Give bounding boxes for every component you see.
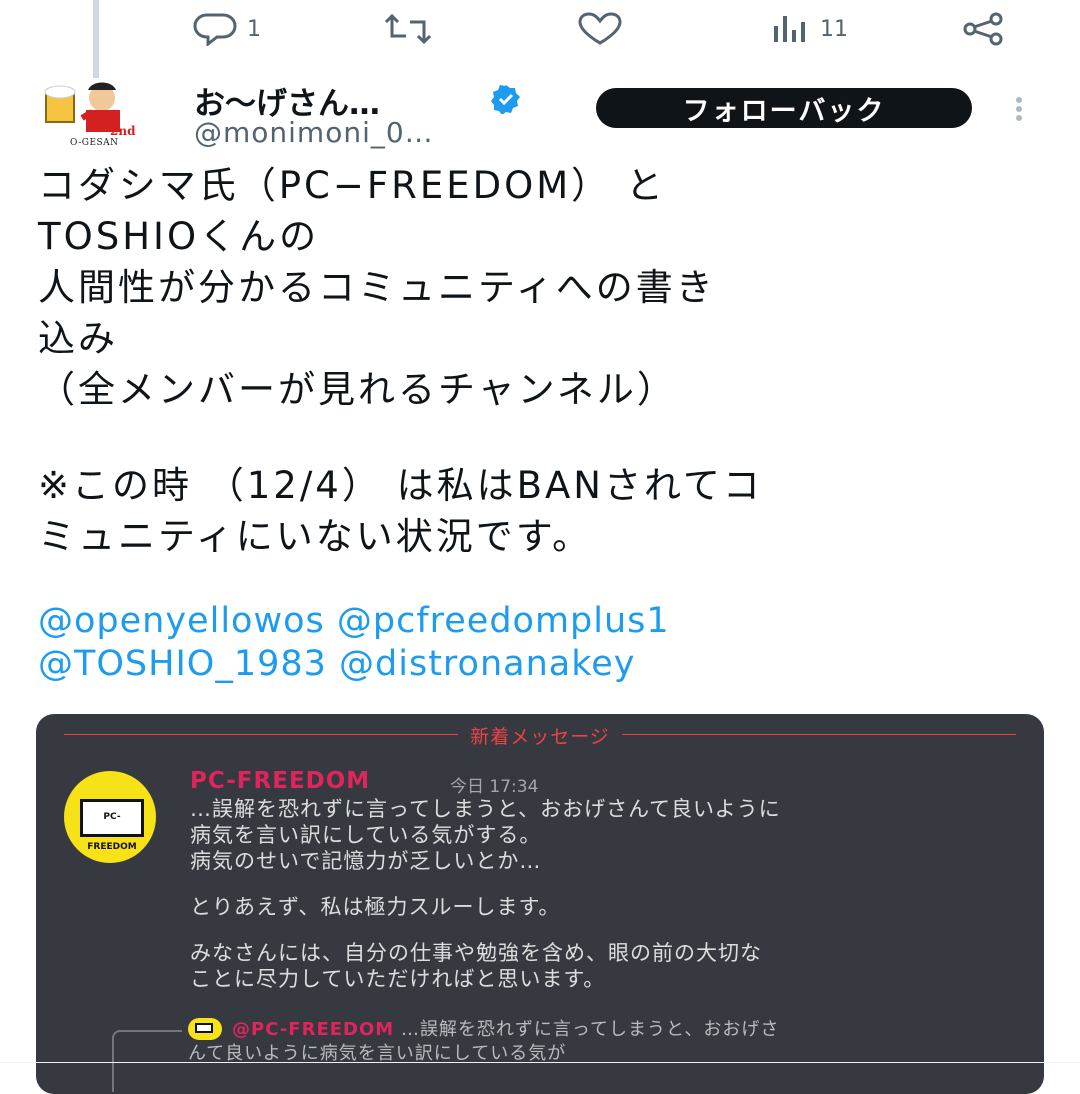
tweet-text-line: 人間性が分かるコミュニティへの書き (38, 266, 716, 309)
message-author: PC-FREEDOM (190, 768, 371, 794)
reply-author: @PC-FREEDOM (232, 1019, 395, 1040)
views-count: 11 (820, 16, 848, 42)
tweet-action-bar: 1 11 (0, 0, 1080, 60)
reply-preview: @PC-FREEDOM …誤解を恐れずに言ってしまうと、おおげさ んて良いように… (188, 1018, 1028, 1066)
bottom-divider (0, 1062, 1080, 1063)
message-line: 病気のせいで記憶力が乏しいとか… (190, 849, 542, 873)
message-timestamp: 今日 17:34 (450, 777, 539, 797)
tweet-note: ※この時 （12/4） は私はBANされてコ ミュニティにいない状況です。 (38, 460, 1048, 562)
message-line: ことに尽力していただければと思います。 (190, 967, 606, 991)
tweet-text: コダシマ氏（PC−FREEDOM） と TOSHIOくんの 人間性が分かるコミュ… (38, 160, 1048, 415)
verified-badge-icon (491, 85, 520, 114)
message-line: …誤解を恐れずに言ってしまうと、おおげさんて良いように (190, 797, 781, 821)
retweet-icon (384, 13, 432, 45)
message-line: 病気を言い訳にしている気がする。 (190, 823, 542, 847)
heart-icon (578, 12, 622, 45)
like-button[interactable] (576, 12, 634, 46)
tweet-text-line: コダシマ氏（PC−FREEDOM） と (38, 164, 666, 207)
tweet-note-line: ミュニティにいない状況です。 (38, 515, 593, 558)
tweet-text-line: TOSHIOくんの (38, 215, 320, 258)
message-line: みなさんには、自分の仕事や勉強を含め、眼の前の大切な (190, 941, 762, 965)
mention-links[interactable]: @openyellowos @pcfreedomplus1 (38, 600, 670, 643)
author-handle[interactable]: @monimoni_0… (194, 116, 434, 149)
new-message-label: 新着メッセージ (458, 722, 622, 749)
message-avatar: PC-FREEDOM (64, 771, 156, 863)
tweet-note-line: ※この時 （12/4） は私はBANされてコ (38, 464, 763, 507)
reply-icon (193, 13, 237, 46)
views-button[interactable]: 11 (770, 12, 848, 46)
reply-text-line: …誤解を恐れずに言ってしまうと、おおげさ (400, 1019, 780, 1040)
tweet-text-line: 込み (38, 317, 118, 360)
follow-back-button[interactable]: フォローバック (596, 88, 972, 128)
avatar-caption: O-GESAN (70, 138, 119, 148)
avatar-badge: 2nd (110, 124, 136, 138)
message-avatar-logo: PC-FREEDOM (80, 799, 144, 852)
tweet-mentions: @openyellowos @pcfreedomplus1 @TOSHIO_19… (38, 600, 670, 686)
attached-image[interactable]: 新着メッセージ PC-FREEDOM PC-FREEDOM 今日 17:34 …… (36, 714, 1044, 1094)
more-options-icon[interactable] (1012, 96, 1026, 122)
views-chart-icon (774, 16, 805, 42)
reply-preview-line: @PC-FREEDOM …誤解を恐れずに言ってしまうと、おおげさ (188, 1018, 1028, 1042)
message-body: …誤解を恐れずに言ってしまうと、おおげさんて良いように 病気を言い訳にしている気… (190, 796, 1030, 992)
share-icon (963, 12, 1003, 46)
tweet-text-line: （全メンバーが見れるチャンネル） (38, 368, 677, 411)
reply-connector (112, 1030, 182, 1092)
reply-button[interactable]: 1 (193, 12, 261, 46)
author-avatar[interactable]: 2nd O-GESAN (40, 80, 158, 152)
message-line: とりあえず、私は極力スルーします。 (190, 895, 561, 919)
mention-links[interactable]: @TOSHIO_1983 @distronanakey (38, 643, 670, 686)
share-button[interactable] (960, 12, 1006, 46)
reply-count: 1 (247, 16, 261, 42)
retweet-button[interactable] (382, 12, 444, 46)
